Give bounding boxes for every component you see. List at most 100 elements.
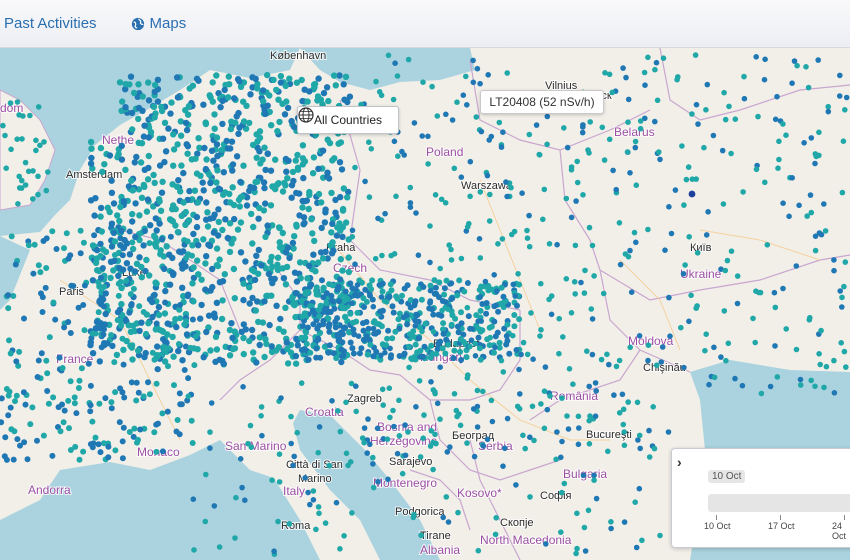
station-marker[interactable] [524, 227, 530, 234]
station-marker[interactable] [205, 241, 212, 248]
station-marker[interactable] [839, 294, 845, 301]
station-marker[interactable] [8, 146, 14, 153]
station-marker[interactable] [440, 320, 447, 327]
station-marker[interactable] [191, 547, 197, 553]
station-marker[interactable] [324, 169, 331, 176]
station-marker[interactable] [293, 221, 300, 228]
station-marker[interactable] [213, 134, 221, 141]
station-marker[interactable] [167, 233, 174, 240]
station-marker[interactable] [2, 132, 8, 139]
station-marker[interactable] [129, 210, 136, 218]
station-marker[interactable] [461, 288, 468, 295]
station-marker[interactable] [339, 331, 346, 338]
station-marker[interactable] [455, 509, 461, 516]
station-marker[interactable] [439, 307, 445, 314]
station-marker[interactable] [406, 331, 413, 337]
station-marker[interactable] [224, 145, 232, 152]
station-marker[interactable] [654, 97, 661, 104]
station-marker[interactable] [129, 245, 137, 253]
station-marker[interactable] [204, 209, 211, 216]
station-marker[interactable] [108, 189, 116, 196]
station-marker[interactable] [88, 145, 95, 152]
station-marker[interactable] [67, 330, 74, 336]
station-marker[interactable] [688, 190, 696, 198]
station-marker[interactable] [429, 83, 435, 90]
station-marker[interactable] [464, 304, 471, 311]
station-marker[interactable] [805, 84, 812, 91]
station-marker[interactable] [499, 236, 506, 242]
station-marker[interactable] [734, 300, 741, 307]
map-view[interactable]: dom Nethe Poland Belarus Czech France Uk… [0, 48, 850, 560]
station-marker[interactable] [135, 389, 142, 396]
station-marker[interactable] [406, 364, 412, 371]
station-marker[interactable] [137, 159, 145, 166]
station-marker[interactable] [380, 402, 387, 408]
station-marker[interactable] [229, 161, 237, 168]
station-marker[interactable] [22, 182, 29, 188]
station-marker[interactable] [309, 307, 316, 314]
station-marker[interactable] [153, 380, 160, 387]
station-marker[interactable] [758, 390, 765, 397]
station-marker[interactable] [183, 126, 191, 134]
station-marker[interactable] [71, 394, 78, 401]
station-marker[interactable] [762, 56, 768, 63]
station-marker[interactable] [620, 421, 627, 428]
station-marker[interactable] [118, 227, 125, 235]
station-marker[interactable] [796, 202, 802, 209]
station-marker[interactable] [313, 526, 319, 533]
station-marker[interactable] [339, 305, 346, 312]
station-marker[interactable] [277, 72, 285, 80]
station-marker[interactable] [325, 175, 333, 182]
station-marker[interactable] [129, 126, 136, 133]
station-marker[interactable] [822, 228, 829, 234]
station-marker[interactable] [89, 330, 96, 337]
station-marker[interactable] [390, 96, 397, 103]
station-marker[interactable] [404, 282, 411, 289]
station-marker[interactable] [175, 177, 182, 184]
station-marker[interactable] [641, 69, 648, 76]
station-marker[interactable] [613, 363, 620, 370]
station-marker[interactable] [585, 507, 592, 514]
station-marker[interactable] [313, 354, 320, 361]
station-marker[interactable] [245, 440, 251, 447]
station-marker[interactable] [332, 82, 339, 89]
station-marker[interactable] [98, 344, 105, 351]
station-marker[interactable] [570, 381, 576, 388]
station-marker[interactable] [166, 251, 173, 258]
station-marker[interactable] [161, 344, 168, 351]
station-marker[interactable] [288, 117, 295, 125]
station-marker[interactable] [339, 339, 346, 346]
station-marker[interactable] [616, 357, 623, 364]
station-marker[interactable] [591, 477, 597, 484]
station-marker[interactable] [184, 238, 191, 245]
station-marker[interactable] [574, 510, 580, 517]
station-marker[interactable] [580, 122, 586, 128]
station-marker[interactable] [33, 147, 39, 154]
station-marker[interactable] [5, 392, 12, 399]
station-marker[interactable] [186, 187, 193, 195]
station-marker[interactable] [269, 279, 276, 287]
station-marker[interactable] [288, 440, 295, 447]
station-marker[interactable] [20, 389, 27, 396]
station-marker[interactable] [353, 408, 360, 415]
station-marker[interactable] [703, 331, 709, 338]
station-marker[interactable] [375, 215, 381, 222]
station-marker[interactable] [513, 482, 519, 488]
station-marker[interactable] [127, 328, 135, 336]
station-marker[interactable] [451, 347, 458, 354]
station-marker[interactable] [91, 232, 98, 239]
station-marker[interactable] [625, 399, 631, 405]
station-marker[interactable] [427, 259, 433, 266]
station-marker[interactable] [439, 298, 446, 304]
station-marker[interactable] [240, 296, 247, 304]
station-marker[interactable] [504, 193, 510, 200]
station-marker[interactable] [151, 179, 158, 187]
station-marker[interactable] [463, 354, 470, 361]
station-marker[interactable] [370, 461, 376, 467]
station-marker[interactable] [185, 217, 193, 224]
station-marker[interactable] [220, 169, 227, 176]
station-marker[interactable] [741, 73, 747, 80]
station-marker[interactable] [290, 462, 296, 469]
station-marker[interactable] [27, 112, 33, 119]
station-marker[interactable] [556, 315, 562, 322]
